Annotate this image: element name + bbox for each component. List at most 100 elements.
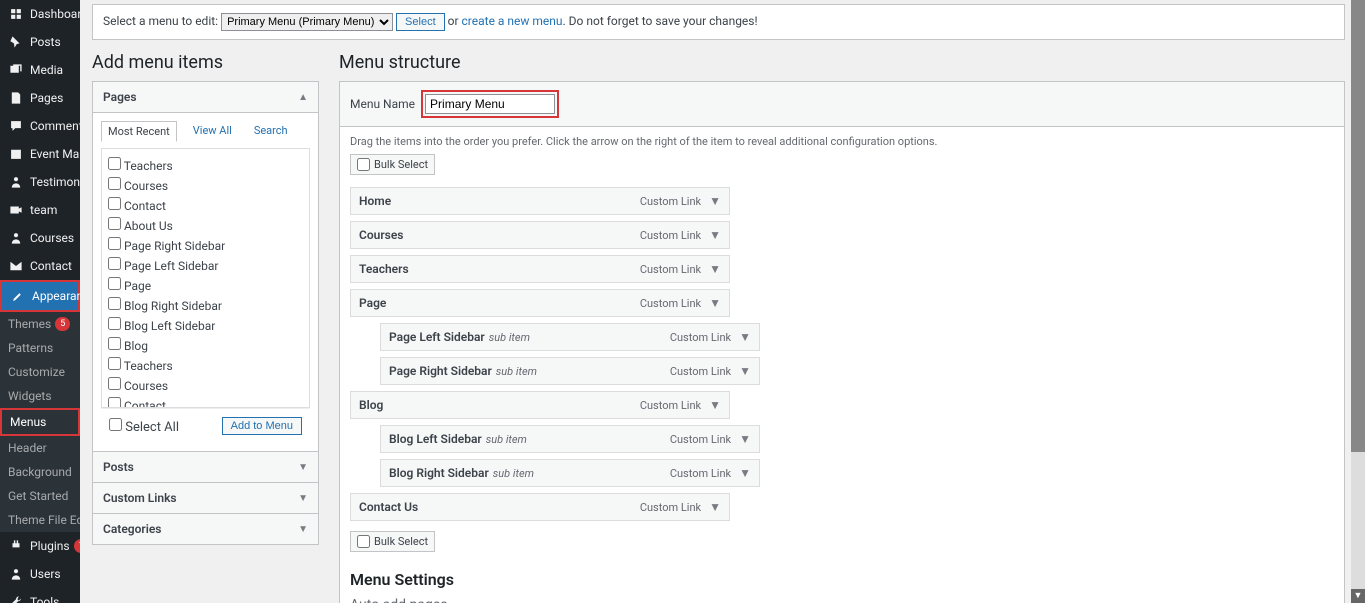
menu-item-type: Custom Link xyxy=(670,331,731,344)
chevron-down-icon[interactable]: ▼ xyxy=(739,466,751,480)
menu-item[interactable]: Page Left Sidebar sub item Custom Link ▼ xyxy=(380,323,760,351)
tab-search[interactable]: Search xyxy=(248,121,294,142)
add-to-menu-button[interactable]: Add to Menu xyxy=(222,417,302,435)
bulk-select-checkbox[interactable] xyxy=(357,158,370,171)
select-button[interactable]: Select xyxy=(396,13,445,31)
sidebar-item-testimonial[interactable]: Testimonial xyxy=(0,168,80,196)
sidebar-item-team[interactable]: team xyxy=(0,196,80,224)
tab-most-recent[interactable]: Most Recent xyxy=(101,121,177,142)
create-menu-link[interactable]: create a new menu xyxy=(462,14,563,28)
page-checkbox[interactable] xyxy=(108,337,121,350)
sidebar-item-comments[interactable]: Comments xyxy=(0,112,80,140)
sidebar-item-widgets[interactable]: Widgets xyxy=(0,384,80,408)
sidebar-item-theme-file-editor[interactable]: Theme File Editor xyxy=(0,508,80,532)
page-checkbox-item[interactable]: Teachers xyxy=(108,355,303,375)
sidebar-item-users[interactable]: Users xyxy=(0,560,80,588)
sidebar-item-dashboard[interactable]: Dashboard xyxy=(0,0,80,28)
sidebar-item-event-manager[interactable]: Event Manager xyxy=(0,140,80,168)
page-checkbox[interactable] xyxy=(108,397,121,408)
page-checkbox-item[interactable]: Page Left Sidebar xyxy=(108,255,303,275)
page-checkbox[interactable] xyxy=(108,237,121,250)
sidebar-item-pages[interactable]: Pages xyxy=(0,84,80,112)
page-checkbox-item[interactable]: Page Right Sidebar xyxy=(108,235,303,255)
menu-item[interactable]: Contact UsCustom Link▼ xyxy=(350,493,730,521)
page-checkbox[interactable] xyxy=(108,357,121,370)
page-checkbox[interactable] xyxy=(108,317,121,330)
posts-accordion: Posts▼ xyxy=(92,451,319,483)
menu-item[interactable]: Blog Left Sidebarsub itemCustom Link▼ xyxy=(380,425,760,453)
sidebar-item-posts[interactable]: Posts xyxy=(0,28,80,56)
dashboard-icon xyxy=(8,6,24,22)
page-checkbox-item[interactable]: Blog Left Sidebar xyxy=(108,315,303,335)
page-checkbox-item[interactable]: About Us xyxy=(108,215,303,235)
sidebar-item-patterns[interactable]: Patterns xyxy=(0,336,80,360)
custom-links-accordion-head[interactable]: Custom Links▼ xyxy=(93,483,318,513)
label: Pages xyxy=(103,90,137,104)
sub-item-label: sub item xyxy=(489,331,530,344)
sidebar-item-tools[interactable]: Tools xyxy=(0,588,80,603)
chevron-down-icon[interactable]: ▼ xyxy=(739,330,751,344)
select-all-checkbox[interactable] xyxy=(109,418,122,431)
page-checkbox[interactable] xyxy=(108,297,121,310)
bulk-select-checkbox[interactable] xyxy=(357,535,370,548)
chevron-down-icon[interactable]: ▼ xyxy=(709,500,721,514)
menu-item-title: Page Left Sidebar xyxy=(389,330,485,344)
pages-accordion-head[interactable]: Pages▲ xyxy=(93,82,318,112)
menu-item[interactable]: PageCustom Link▼ xyxy=(350,289,730,317)
sidebar-item-themes[interactable]: Themes5 xyxy=(0,312,80,336)
chevron-down-icon[interactable]: ▼ xyxy=(709,194,721,208)
scrollbar[interactable]: ▼ xyxy=(1351,0,1365,603)
sidebar-item-get-started[interactable]: Get Started xyxy=(0,484,80,508)
page-checkbox[interactable] xyxy=(108,177,121,190)
sidebar-item-customize[interactable]: Customize xyxy=(0,360,80,384)
page-checkbox[interactable] xyxy=(108,277,121,290)
chevron-down-icon[interactable]: ▼ xyxy=(709,296,721,310)
menu-select[interactable]: Primary Menu (Primary Menu) xyxy=(221,13,393,31)
chevron-down-icon[interactable]: ▼ xyxy=(739,432,751,446)
page-checkbox-item[interactable]: Contact xyxy=(108,395,303,408)
categories-accordion-head[interactable]: Categories▼ xyxy=(93,514,318,544)
posts-accordion-head[interactable]: Posts▼ xyxy=(93,452,318,482)
menu-name-input[interactable] xyxy=(425,94,555,114)
label: Background xyxy=(8,465,72,479)
page-checkbox-item[interactable]: Blog Right Sidebar xyxy=(108,295,303,315)
chevron-down-icon[interactable]: ▼ xyxy=(739,364,751,378)
page-checkbox[interactable] xyxy=(108,197,121,210)
select-all-label[interactable]: Select All xyxy=(109,418,179,435)
page-checkbox-item[interactable]: Teachers xyxy=(108,155,303,175)
sidebar-item-courses[interactable]: Courses xyxy=(0,224,80,252)
sidebar-item-menus[interactable]: Menus xyxy=(0,408,80,436)
sidebar-item-plugins[interactable]: Plugins16 xyxy=(0,532,80,560)
sidebar-item-contact[interactable]: Contact xyxy=(0,252,80,280)
sidebar-item-appearance[interactable]: Appearance▸ xyxy=(0,280,80,312)
person-icon xyxy=(8,566,24,582)
chevron-down-icon[interactable]: ▼ xyxy=(709,262,721,276)
menu-item[interactable]: CoursesCustom Link▼ xyxy=(350,221,730,249)
page-checkbox-item[interactable]: Courses xyxy=(108,175,303,195)
page-checkbox[interactable] xyxy=(108,377,121,390)
sidebar-item-background[interactable]: Background xyxy=(0,460,80,484)
menu-item-type: Custom Link xyxy=(670,467,731,480)
sidebar-item-header[interactable]: Header xyxy=(0,436,80,460)
page-checkbox[interactable] xyxy=(108,157,121,170)
page-checkbox-item[interactable]: Courses xyxy=(108,375,303,395)
chevron-down-icon[interactable]: ▼ xyxy=(709,398,721,412)
menu-item[interactable]: TeachersCustom Link▼ xyxy=(350,255,730,283)
menu-item[interactable]: Page Right Sidebarsub itemCustom Link▼ xyxy=(380,357,760,385)
sidebar-item-media[interactable]: Media xyxy=(0,56,80,84)
menu-item[interactable]: HomeCustom Link▼ xyxy=(350,187,730,215)
bulk-select-bottom[interactable]: Bulk Select xyxy=(350,531,435,552)
label: Users xyxy=(30,567,61,581)
menu-item[interactable]: Blog Right Sidebarsub itemCustom Link▼ xyxy=(380,459,760,487)
page-checkbox-item[interactable]: Blog xyxy=(108,335,303,355)
label: Posts xyxy=(103,460,134,474)
page-checkbox-item[interactable]: Contact xyxy=(108,195,303,215)
page-checkbox[interactable] xyxy=(108,257,121,270)
menu-item[interactable]: BlogCustom Link▼ xyxy=(350,391,730,419)
tab-view-all[interactable]: View All xyxy=(187,121,238,142)
page-checkbox[interactable] xyxy=(108,217,121,230)
bulk-select-top[interactable]: Bulk Select xyxy=(350,154,435,175)
page-checkbox-item[interactable]: Page xyxy=(108,275,303,295)
scroll-down-icon[interactable]: ▼ xyxy=(1351,589,1365,603)
chevron-down-icon[interactable]: ▼ xyxy=(709,228,721,242)
